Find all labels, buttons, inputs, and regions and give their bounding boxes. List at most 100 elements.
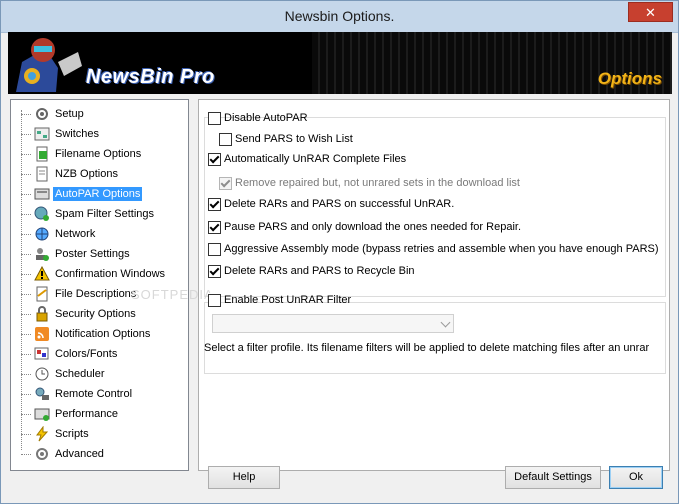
sidebar-item-network[interactable]: Network [11,224,188,244]
section-badge: Options [597,69,662,88]
window-title: Newsbin Options. [284,8,395,24]
sidebar-item-label: Poster Settings [55,248,130,260]
nzb-file-icon [36,166,48,182]
sidebar-item-nzb-options[interactable]: NZB Options [11,164,188,184]
sidebar-item-security-options[interactable]: Security Options [11,304,188,324]
pause-pars-label: Pause PARS and only download the ones ne… [224,221,521,233]
send-pars-wishlist-label: Send PARS to Wish List [235,133,353,145]
sidebar-item-label: AutoPAR Options [53,187,143,201]
disable-autopar-label: Disable AutoPAR [224,112,308,124]
warning-icon [34,266,50,281]
remove-repaired-label: Remove repaired but, not unrared sets in… [235,177,520,189]
remove-repaired-box[interactable] [219,177,232,190]
sidebar-item-poster-settings[interactable]: Poster Settings [11,244,188,264]
sidebar-item-label: Colors/Fonts [55,348,118,360]
recycle-bin-label: Delete RARs and PARS to Recycle Bin [224,265,415,277]
sidebar-item-scheduler[interactable]: Scheduler [11,364,188,384]
enable-post-unrar-box[interactable] [208,294,221,307]
recycle-bin-box[interactable] [208,265,221,278]
tree-connector [21,394,31,395]
sidebar-item-autopar-options[interactable]: AutoPAR Options [11,184,188,204]
sidebar-item-setup[interactable]: Setup [11,104,188,124]
help-button[interactable]: Help [208,466,280,489]
sidebar-item-label: File Descriptions [55,288,137,300]
send-pars-wishlist-box[interactable] [219,133,232,146]
sidebar-item-spam-filter-settings[interactable]: Spam Filter Settings [11,204,188,224]
switches-icon [34,127,50,141]
filename-icon [36,146,48,162]
sidebar-item-performance[interactable]: Performance [11,404,188,424]
sidebar-item-label: Security Options [55,308,136,320]
pause-pars-box[interactable] [208,221,221,234]
tree-connector [21,114,31,115]
network-icon [35,227,49,241]
advanced-gear-icon [36,448,48,460]
poster-icon [36,248,49,261]
title-bar[interactable]: Newsbin Options. ✕ [1,1,678,33]
tree-connector [21,334,31,335]
options-tree[interactable]: Setup Switches Filename Options NZB Options… [10,99,189,471]
sidebar-item-remote-control[interactable]: Remote Control [11,384,188,404]
tree-connector [21,254,31,255]
filter-note: Select a filter profile. Its filename fi… [204,342,650,354]
colors-fonts-icon [34,347,49,360]
enable-post-unrar-label: Enable Post UnRAR Filter [224,294,352,306]
spam-filter-icon [34,206,49,221]
sidebar-item-label: Network [55,228,96,240]
autopar-icon [34,188,50,200]
sidebar-item-scripts[interactable]: Scripts [11,424,188,444]
sidebar-item-filename-options[interactable]: Filename Options [11,144,188,164]
tree-connector [21,354,31,355]
security-icon [36,306,48,322]
auto-unrar-box[interactable] [208,153,221,166]
delete-rars-label: Delete RARs and PARS on successful UnRAR… [224,198,455,210]
sidebar-item-label: Setup [55,108,84,120]
gear-icon [36,108,48,120]
tree-connector [21,234,31,235]
aggressive-assembly-box[interactable] [208,243,221,256]
banner: NewsBin Pro Options [8,32,672,94]
sidebar-item-label: Advanced [55,448,104,460]
sidebar-item-confirmation-windows[interactable]: Confirmation Windows [11,264,188,284]
lightning-icon [36,426,49,442]
sidebar-item-advanced[interactable]: Advanced [11,444,188,464]
tree-connector [21,374,31,375]
sidebar-item-label: Switches [55,128,100,140]
tree-connector [21,414,31,415]
brand-name: NewsBin Pro [86,66,215,88]
auto-unrar-label: Automatically UnRAR Complete Files [224,153,407,165]
enable-post-unrar-checkbox[interactable]: Enable Post UnRAR Filter [208,293,351,309]
sidebar-item-switches[interactable]: Switches [11,124,188,144]
sidebar-item-label: Scripts [55,428,89,440]
aggressive-assembly-label: Aggressive Assembly mode (bypass retries… [224,243,659,255]
sidebar-item-notification-options[interactable]: Notification Options [11,324,188,344]
remote-control-icon [35,387,49,400]
options-window: Newsbin Options. ✕ NewsBin Pro Options S… [0,0,679,504]
chevron-down-icon[interactable] [440,317,451,328]
sidebar-item-label: Filename Options [55,148,142,160]
close-button[interactable]: ✕ [628,2,673,22]
filter-group-frame [204,302,666,374]
file-description-icon [36,286,48,302]
disable-autopar-box[interactable] [208,112,221,125]
disable-autopar-checkbox[interactable]: Disable AutoPAR [208,111,308,127]
tree-connector [21,294,31,295]
sidebar-item-label: Remote Control [55,388,133,400]
sidebar-item-label: Spam Filter Settings [55,208,155,220]
tree-connector [21,134,31,135]
sidebar-item-label: NZB Options [55,168,118,180]
delete-rars-box[interactable] [208,198,221,211]
filter-profile-select[interactable] [212,314,454,333]
tree-connector [21,214,31,215]
tree-connector [21,274,31,275]
tree-connector [21,314,31,315]
tree-connector [21,174,31,175]
sidebar-item-label: Confirmation Windows [55,268,166,280]
tree-connector [21,154,31,155]
tree-connector [21,434,31,435]
ok-button[interactable]: Ok [609,466,663,489]
sidebar-item-label: Performance [55,408,118,420]
default-settings-button[interactable]: Default Settings [505,466,601,489]
sidebar-item-label: Notification Options [55,328,151,340]
sidebar-item-colors-fonts[interactable]: Colors/Fonts [11,344,188,364]
